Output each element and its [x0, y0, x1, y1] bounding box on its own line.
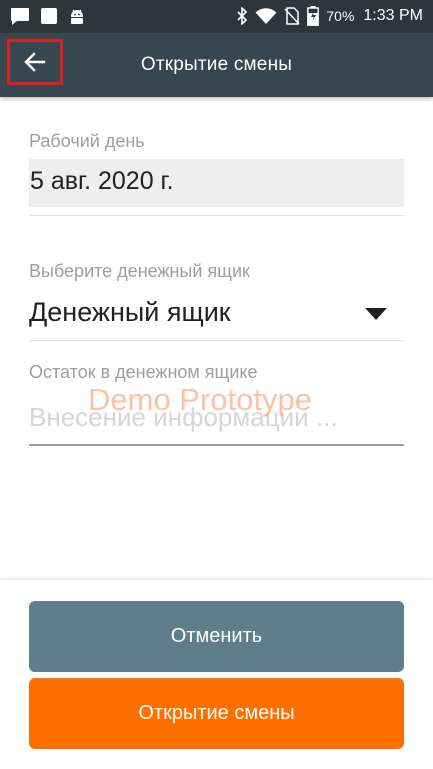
balance-label: Остаток в денежном ящике	[29, 362, 258, 382]
status-clock: 1:33 PM	[363, 7, 423, 24]
message-icon	[10, 7, 30, 25]
dropdown-arrow-icon	[365, 307, 387, 325]
battery-percentage: 70%	[326, 8, 355, 24]
open-shift-button[interactable]: Открытие смены	[29, 678, 404, 749]
workday-field[interactable]: 5 авг. 2020 г.	[29, 159, 404, 207]
status-bar-right: 70% 1:33 PM	[236, 4, 423, 28]
wifi-icon	[255, 7, 277, 25]
page-title: Открытие смены	[140, 54, 293, 75]
notification-square-icon	[40, 7, 58, 25]
workday-label: Рабочий день	[29, 131, 145, 151]
balance-input[interactable]	[29, 390, 404, 446]
bluetooth-icon	[236, 7, 248, 25]
workday-value: 5 авг. 2020 г.	[30, 167, 174, 195]
battery-charging-icon	[307, 6, 320, 26]
status-bar: 70% 1:33 PM	[0, 0, 433, 33]
divider	[29, 340, 404, 341]
cash-drawer-select[interactable]: Денежный ящик	[29, 290, 404, 334]
cash-drawer-label: Выберите денежный ящик	[29, 261, 250, 281]
app-bar: Открытие смены	[0, 33, 433, 97]
no-sim-icon	[284, 7, 300, 25]
android-icon	[68, 7, 86, 25]
status-bar-left	[10, 6, 86, 26]
cancel-button[interactable]: Отменить	[29, 601, 404, 672]
divider	[29, 215, 404, 216]
cash-drawer-selected-value: Денежный ящик	[29, 297, 231, 327]
